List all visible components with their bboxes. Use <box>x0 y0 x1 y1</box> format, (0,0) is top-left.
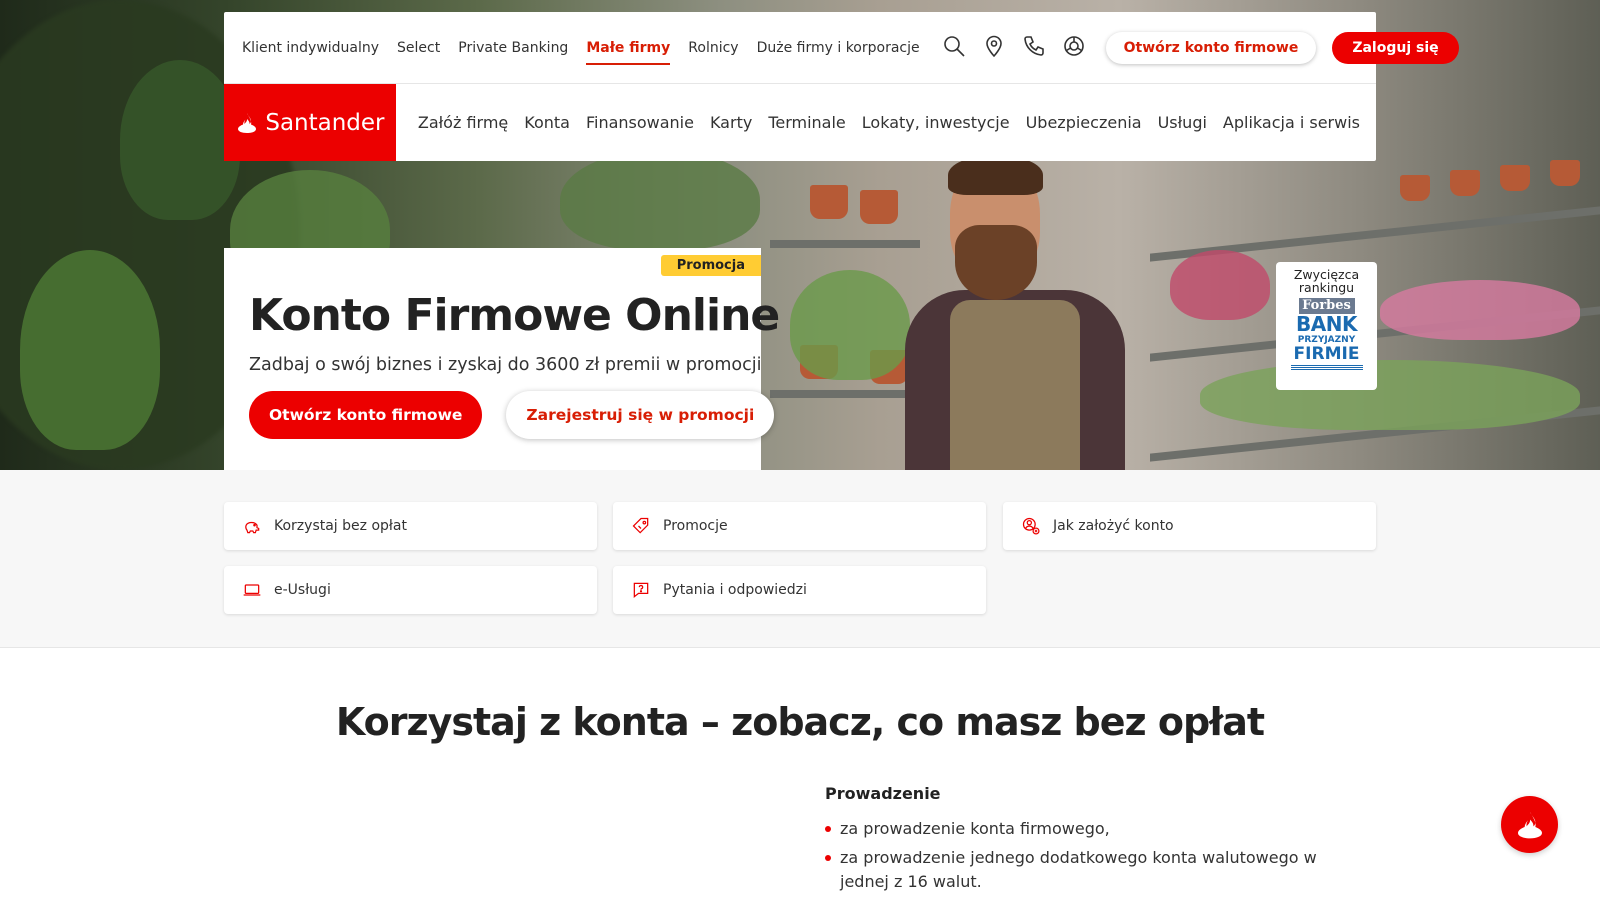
features-heading: Prowadzenie <box>825 784 941 803</box>
segment-select[interactable]: Select <box>397 12 440 84</box>
segment-klient-indywidualny[interactable]: Klient indywidualny <box>242 12 379 84</box>
feature-item: za prowadzenie konta firmowego, <box>825 817 1355 841</box>
nav-aplikacja-i-serwis[interactable]: Aplikacja i serwis <box>1223 113 1360 132</box>
quick-link-jak-zalozyc-konto[interactable]: Jak założyć konto <box>1003 502 1376 550</box>
nav-karty[interactable]: Karty <box>710 113 752 132</box>
features-list: za prowadzenie konta firmowego, za prowa… <box>825 817 1355 894</box>
feature-item: za prowadzenie jednego dodatkowego konta… <box>825 846 1355 894</box>
open-account-button[interactable]: Otwórz konto firmowe <box>249 391 483 439</box>
location-pin-icon[interactable] <box>982 34 1006 62</box>
promo-card: Promocja Konto Firmowe Online Zadbaj o s… <box>224 248 780 470</box>
nav-uslugi[interactable]: Usługi <box>1158 113 1207 132</box>
header: Klient indywidualny Select Private Banki… <box>224 12 1459 161</box>
award-line-bank: BANK <box>1296 312 1357 336</box>
quick-link-label: Jak założyć konto <box>1053 518 1174 534</box>
quick-link-pytania[interactable]: Pytania i odpowiedzi <box>613 566 986 614</box>
santander-logo[interactable]: Santander <box>224 84 396 161</box>
section-title: Korzystaj z konta – zobacz, co masz bez … <box>335 700 1265 744</box>
forbes-award-badge: Zwycięzca rankingu Forbes BANK PRZYJAZNY… <box>1276 262 1377 390</box>
quick-links: Korzystaj bez opłat Promocje Jak założyć… <box>0 470 1600 648</box>
award-stripes <box>1290 365 1363 371</box>
login-button[interactable]: Zaloguj się <box>1332 31 1459 64</box>
help-lifebuoy-icon[interactable] <box>1062 34 1086 62</box>
award-caption: Zwycięzca rankingu <box>1293 267 1360 295</box>
quick-link-e-uslugi[interactable]: e-Usługi <box>224 566 597 614</box>
nav-zaloz-firme[interactable]: Załóż firmę <box>418 113 508 132</box>
santander-flame-icon <box>1517 811 1542 838</box>
award-line-firmie: FIRMIE <box>1293 344 1360 364</box>
nav-terminale[interactable]: Terminale <box>768 113 845 132</box>
search-icon[interactable] <box>942 34 966 62</box>
open-account-button-top[interactable]: Otwórz konto firmowe <box>1105 31 1317 64</box>
piggy-bank-icon <box>245 521 260 534</box>
segment-private-banking[interactable]: Private Banking <box>458 12 568 84</box>
phone-icon[interactable] <box>1022 34 1046 62</box>
register-promo-button[interactable]: Zarejestruj się w promocji <box>506 391 775 439</box>
brand-name: Santander <box>265 109 385 136</box>
question-bubble-icon <box>633 582 649 598</box>
nav-ubezpieczenia[interactable]: Ubezpieczenia <box>1026 113 1142 132</box>
main-nav-bar: Santander Załóż firmę Konta Finansowanie… <box>224 84 1376 161</box>
promo-badge: Promocja <box>660 255 761 276</box>
santander-flame-icon <box>238 112 257 133</box>
quick-link-label: Pytania i odpowiedzi <box>663 582 807 598</box>
quick-link-label: Promocje <box>663 518 728 534</box>
segment-male-firmy[interactable]: Małe firmy <box>586 12 670 84</box>
price-tag-icon <box>632 517 649 534</box>
quick-link-label: Korzystaj bez opłat <box>274 518 407 534</box>
laptop-icon <box>243 584 261 596</box>
promo-title: Konto Firmowe Online <box>249 290 780 341</box>
nav-finansowanie[interactable]: Finansowanie <box>586 113 694 132</box>
nav-lokaty-inwestycje[interactable]: Lokaty, inwestycje <box>862 113 1010 132</box>
promo-subtitle: Zadbaj o swój biznes i zyskaj do 3600 zł… <box>249 355 762 375</box>
quick-link-label: e-Usługi <box>274 582 331 598</box>
chat-button[interactable] <box>1501 796 1558 853</box>
quick-link-promocje[interactable]: Promocje <box>613 502 986 550</box>
nav-konta[interactable]: Konta <box>524 113 570 132</box>
segment-rolnicy[interactable]: Rolnicy <box>688 12 738 84</box>
features-block: Prowadzenie za prowadzenie konta firmowe… <box>825 784 1355 899</box>
segment-duze-firmy[interactable]: Duże firmy i korporacje <box>757 12 920 84</box>
quick-link-bez-oplat[interactable]: Korzystaj bez opłat <box>224 502 597 550</box>
segment-bar: Klient indywidualny Select Private Banki… <box>224 12 1459 84</box>
account-setup-icon <box>1022 517 1040 535</box>
